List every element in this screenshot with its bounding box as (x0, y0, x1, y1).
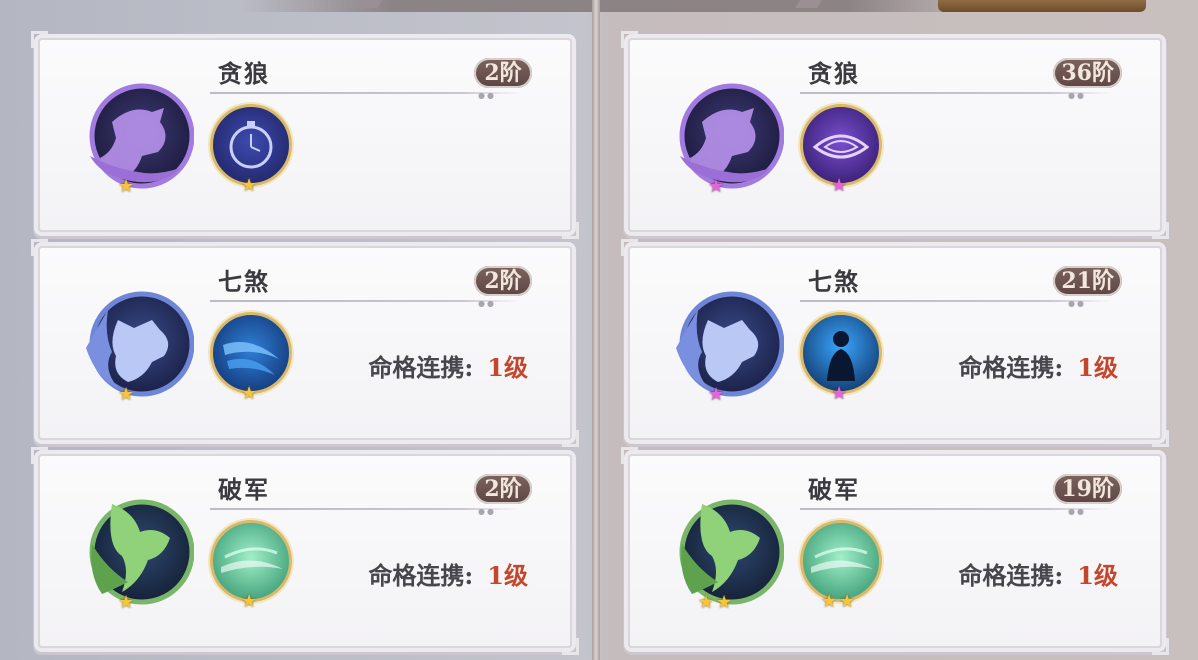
link-label: 命格连携: (958, 353, 1064, 382)
constellation-link: 命格连携: 1级 (958, 348, 1118, 383)
link-level: 1级 (1077, 353, 1118, 382)
rank-badge: 2阶 (474, 474, 532, 504)
blue-beast-emblem-icon[interactable]: ★ (672, 290, 784, 405)
constellation-link: 命格连携: 1级 (958, 556, 1118, 591)
green-dragon-emblem-icon[interactable]: ★ (82, 498, 194, 613)
link-label: 命格连携: (958, 561, 1064, 590)
title-divider (210, 300, 522, 302)
star-icon: ★ (716, 592, 733, 613)
title-dots: ●● (1068, 91, 1086, 100)
silhouette-skill-icon[interactable]: ★ (800, 312, 882, 403)
title-divider (800, 300, 1112, 302)
star-icon: ★ (118, 592, 135, 613)
top-right-button[interactable] (938, 0, 1146, 12)
constellation-card-pojun-left: 破军 ●● 2阶 ★ ★ 命格连携: 1级 (31, 447, 579, 655)
constellation-link: 命格连携: 1级 (368, 556, 528, 591)
title-dots: ●● (1068, 299, 1086, 308)
rank-badge: 19阶 (1053, 474, 1122, 504)
rank-badge: 36阶 (1053, 58, 1122, 88)
star-icon: ★ (698, 592, 715, 613)
rank-badge: 2阶 (474, 266, 532, 296)
purple-wolf-emblem-icon[interactable]: ★ (672, 82, 784, 197)
purple-wolf-emblem-icon[interactable]: ★ (82, 82, 194, 197)
constellation-link: 命格连携: 1级 (368, 348, 528, 383)
star-icon: ★ (821, 591, 838, 612)
card-title: 贪狼 (218, 59, 270, 88)
title-divider (210, 92, 522, 94)
card-title: 破军 (218, 475, 270, 504)
card-title: 破军 (808, 475, 860, 504)
blue-slash-skill-icon[interactable]: ★ (210, 312, 292, 403)
star-icon: ★ (241, 383, 258, 404)
top-banner (240, 0, 1000, 12)
star-icon: ★ (708, 176, 725, 197)
constellation-card-qisha-right: 七煞 ●● 21阶 ★ ★ 命格连携: 1级 (621, 239, 1169, 447)
purple-eye-skill-icon[interactable]: ★ (800, 104, 882, 195)
link-label: 命格连携: (368, 353, 474, 382)
constellation-card-qisha-left: 七煞 ●● 2阶 ★ ★ 命格连携: 1级 (31, 239, 579, 447)
card-title: 七煞 (808, 267, 860, 296)
title-dots: ●● (478, 91, 496, 100)
star-icon: ★ (831, 383, 848, 404)
green-wind-skill-icon[interactable]: ★ ★ (800, 520, 882, 611)
link-level: 1级 (487, 353, 528, 382)
rank-badge: 2阶 (474, 58, 532, 88)
star-icon: ★ (118, 384, 135, 405)
card-title: 贪狼 (808, 59, 860, 88)
green-dragon-emblem-icon[interactable]: ★ ★ (672, 498, 784, 613)
banner-ornament-icon (795, 0, 827, 8)
blue-beast-emblem-icon[interactable]: ★ (82, 290, 194, 405)
star-icon: ★ (241, 175, 258, 196)
column-divider (592, 0, 600, 660)
star-icon: ★ (708, 384, 725, 405)
title-divider (800, 508, 1112, 510)
title-divider (800, 92, 1112, 94)
rank-badge: 21阶 (1053, 266, 1122, 296)
link-level: 1级 (1077, 561, 1118, 590)
constellation-card-tanlang-left: 贪狼 ●● 2阶 ★ ★ (31, 31, 579, 239)
constellation-card-tanlang-right: 贪狼 ●● 36阶 ★ ★ (621, 31, 1169, 239)
stopwatch-skill-icon[interactable]: ★ (210, 104, 292, 195)
title-dots: ●● (1068, 507, 1086, 516)
title-divider (210, 508, 522, 510)
star-icon: ★ (241, 591, 258, 612)
green-wind-skill-icon[interactable]: ★ (210, 520, 292, 611)
card-title: 七煞 (218, 267, 270, 296)
link-label: 命格连携: (368, 561, 474, 590)
link-level: 1级 (487, 561, 528, 590)
banner-ornament-icon (355, 0, 387, 8)
constellation-card-pojun-right: 破军 ●● 19阶 ★ ★ ★ ★ 命格连携: 1级 (621, 447, 1169, 655)
star-icon: ★ (118, 176, 135, 197)
star-icon: ★ (831, 175, 848, 196)
title-dots: ●● (478, 299, 496, 308)
title-dots: ●● (478, 507, 496, 516)
star-icon: ★ (839, 591, 856, 612)
